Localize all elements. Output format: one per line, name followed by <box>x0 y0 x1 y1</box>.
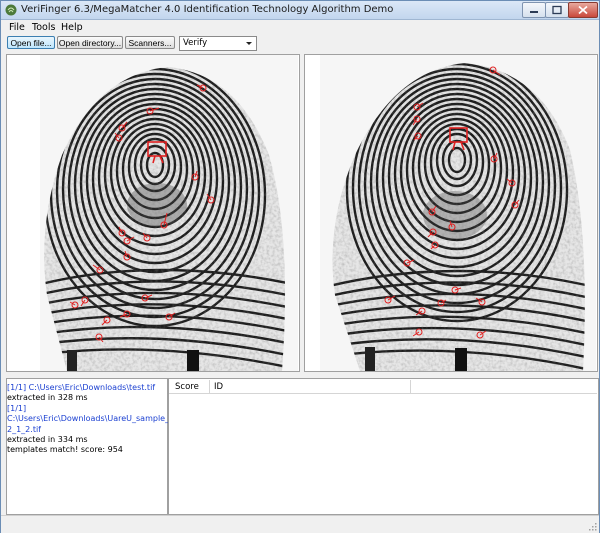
scanners-button[interactable]: Scanners... <box>125 36 175 49</box>
menu-file[interactable]: File <box>9 22 25 33</box>
log-line: extracted in 328 ms <box>7 393 88 403</box>
mode-select-value: Verify <box>183 38 208 48</box>
log-line[interactable]: [1/1] C:\Users\Eric\Downloads\test.tif <box>7 383 165 393</box>
column-header-score[interactable]: Score <box>175 382 199 392</box>
column-divider[interactable] <box>410 380 411 393</box>
log-line[interactable]: [1/1] <box>7 404 165 414</box>
app-window: VeriFinger 6.3/MegaMatcher 4.0 Identific… <box>0 0 600 533</box>
maximize-icon <box>552 5 562 15</box>
close-button[interactable] <box>568 2 598 18</box>
mode-select[interactable]: Verify <box>179 36 257 51</box>
log-line[interactable]: 2_1_2.tif <box>7 425 165 435</box>
log-line: templates match! score: 954 <box>7 445 123 455</box>
column-divider[interactable] <box>209 380 210 393</box>
close-icon <box>578 5 588 15</box>
log-line[interactable]: C:\Users\Eric\Downloads\UareU_sample_DB\… <box>7 414 194 424</box>
open-file-button[interactable]: Open file... <box>7 36 55 49</box>
window-title: VeriFinger 6.3/MegaMatcher 4.0 Identific… <box>21 4 394 15</box>
open-directory-button[interactable]: Open directory... <box>57 36 123 49</box>
column-header-id[interactable]: ID <box>214 382 223 392</box>
title-bar[interactable]: VeriFinger 6.3/MegaMatcher 4.0 Identific… <box>1 1 599 20</box>
log-output: [1/1] C:\Users\Eric\Downloads\test.tif e… <box>7 383 194 456</box>
menu-tools[interactable]: Tools <box>32 22 55 33</box>
fingerprint-image-right <box>305 55 597 371</box>
menu-help[interactable]: Help <box>61 22 83 33</box>
fingerprint-panel-right[interactable] <box>304 54 598 372</box>
maximize-button[interactable] <box>545 2 569 18</box>
dropdown-arrow-icon <box>246 42 252 45</box>
log-line: extracted in 334 ms <box>7 435 88 445</box>
fingerprint-image-left <box>7 55 299 371</box>
resize-grip-icon[interactable] <box>587 521 597 531</box>
app-icon <box>5 4 17 16</box>
toolbar: Open file... Open directory... Scanners.… <box>1 35 599 51</box>
results-table-header: Score ID <box>169 380 597 394</box>
menu-bar: File Tools Help <box>1 20 599 34</box>
minimize-button[interactable] <box>522 2 546 18</box>
fingerprint-panel-left[interactable] <box>6 54 300 372</box>
minimize-icon <box>530 11 538 13</box>
results-table[interactable] <box>168 378 599 515</box>
status-bar <box>1 515 599 533</box>
